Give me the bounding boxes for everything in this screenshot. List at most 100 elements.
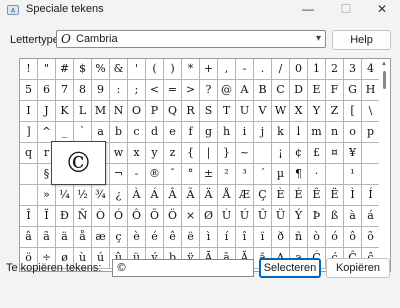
char-cell[interactable]: W bbox=[272, 101, 290, 122]
char-cell[interactable]: Ä bbox=[200, 185, 218, 206]
char-cell[interactable]: ï bbox=[254, 227, 272, 248]
arrow-up-icon[interactable]: ▲ bbox=[381, 61, 387, 67]
char-cell[interactable]: ò bbox=[308, 227, 326, 248]
char-cell[interactable]: É bbox=[290, 185, 308, 206]
char-cell[interactable] bbox=[20, 185, 38, 206]
char-cell[interactable] bbox=[362, 143, 380, 164]
scroll-thumb[interactable] bbox=[383, 71, 386, 89]
char-cell[interactable]: í bbox=[218, 227, 236, 248]
char-cell[interactable]: K bbox=[56, 101, 74, 122]
char-cell[interactable]: Á bbox=[146, 185, 164, 206]
char-cell[interactable]: Þ bbox=[308, 206, 326, 227]
char-cell[interactable]: a bbox=[92, 122, 110, 143]
char-cell[interactable]: P bbox=[146, 101, 164, 122]
char-cell[interactable]: ½ bbox=[74, 185, 92, 206]
char-cell[interactable]: å bbox=[74, 227, 92, 248]
char-cell[interactable]: ê bbox=[164, 227, 182, 248]
char-cell[interactable]: f bbox=[182, 122, 200, 143]
char-cell[interactable]: ð bbox=[272, 227, 290, 248]
char-cell[interactable]: - bbox=[128, 164, 146, 185]
char-cell[interactable]: U bbox=[236, 101, 254, 122]
char-cell[interactable]: " bbox=[38, 59, 56, 80]
char-cell[interactable]: : bbox=[110, 80, 128, 101]
char-cell[interactable]: ® bbox=[146, 164, 164, 185]
char-cell[interactable]: i bbox=[236, 122, 254, 143]
char-cell[interactable]: 2 bbox=[326, 59, 344, 80]
char-cell[interactable]: À bbox=[128, 185, 146, 206]
char-cell[interactable]: ß bbox=[326, 206, 344, 227]
char-cell[interactable]: î bbox=[236, 227, 254, 248]
char-cell[interactable]: L bbox=[74, 101, 92, 122]
char-cell[interactable]: Î bbox=[20, 206, 38, 227]
char-cell[interactable]: @ bbox=[218, 80, 236, 101]
char-cell[interactable]: · bbox=[308, 164, 326, 185]
char-cell[interactable]: l bbox=[290, 122, 308, 143]
char-cell[interactable]: O bbox=[128, 101, 146, 122]
char-cell[interactable]: 5 bbox=[20, 80, 38, 101]
char-cell[interactable]: p bbox=[362, 122, 380, 143]
char-cell[interactable]: = bbox=[164, 80, 182, 101]
char-cell[interactable]: E bbox=[308, 80, 326, 101]
char-cell[interactable]: õ bbox=[362, 227, 380, 248]
char-cell[interactable]: m bbox=[308, 122, 326, 143]
char-cell[interactable]: } bbox=[218, 143, 236, 164]
char-cell[interactable]: Ê bbox=[308, 185, 326, 206]
char-cell[interactable]: ì bbox=[200, 227, 218, 248]
char-cell[interactable]: q bbox=[20, 143, 38, 164]
char-cell[interactable]: ! bbox=[20, 59, 38, 80]
char-cell[interactable]: Ü bbox=[272, 206, 290, 227]
char-cell[interactable]: » bbox=[38, 185, 56, 206]
char-cell[interactable]: / bbox=[272, 59, 290, 80]
char-cell[interactable]: | bbox=[200, 143, 218, 164]
char-cell[interactable] bbox=[254, 143, 272, 164]
char-cell[interactable]: Ì bbox=[344, 185, 362, 206]
char-cell[interactable]: * bbox=[182, 59, 200, 80]
char-cell[interactable]: , bbox=[218, 59, 236, 80]
char-cell[interactable]: Õ bbox=[146, 206, 164, 227]
char-cell[interactable]: Ï bbox=[38, 206, 56, 227]
char-cell[interactable]: c bbox=[128, 122, 146, 143]
copy-input[interactable]: © bbox=[112, 259, 254, 277]
select-button[interactable]: Selecteren bbox=[259, 258, 321, 278]
char-cell[interactable]: × bbox=[182, 206, 200, 227]
char-cell[interactable]: Ã bbox=[182, 185, 200, 206]
char-cell[interactable]: È bbox=[272, 185, 290, 206]
char-cell[interactable]: è bbox=[128, 227, 146, 248]
char-cell[interactable]: ¤ bbox=[326, 143, 344, 164]
char-cell[interactable]: g bbox=[200, 122, 218, 143]
char-cell[interactable] bbox=[326, 164, 344, 185]
char-cell[interactable]: ¢ bbox=[290, 143, 308, 164]
char-cell[interactable]: B bbox=[254, 80, 272, 101]
char-cell[interactable]: ¿ bbox=[110, 185, 128, 206]
char-cell[interactable]: Y bbox=[308, 101, 326, 122]
char-cell[interactable]: X bbox=[290, 101, 308, 122]
char-cell[interactable]: Ò bbox=[92, 206, 110, 227]
char-cell[interactable]: ¹ bbox=[344, 164, 362, 185]
char-cell[interactable]: ë bbox=[182, 227, 200, 248]
char-cell[interactable]: 0 bbox=[290, 59, 308, 80]
char-cell[interactable]: ³ bbox=[236, 164, 254, 185]
char-cell[interactable]: { bbox=[182, 143, 200, 164]
char-cell[interactable]: Ø bbox=[200, 206, 218, 227]
char-cell[interactable]: £ bbox=[308, 143, 326, 164]
help-button[interactable]: Help bbox=[332, 30, 391, 50]
char-cell[interactable]: _ bbox=[56, 122, 74, 143]
char-cell[interactable]: A bbox=[236, 80, 254, 101]
char-cell[interactable]: F bbox=[326, 80, 344, 101]
char-cell[interactable] bbox=[362, 164, 380, 185]
char-cell[interactable]: Ë bbox=[326, 185, 344, 206]
char-cell[interactable]: ( bbox=[146, 59, 164, 80]
char-cell[interactable]: S bbox=[200, 101, 218, 122]
char-cell[interactable]: 8 bbox=[74, 80, 92, 101]
char-cell[interactable]: Ú bbox=[236, 206, 254, 227]
char-cell[interactable]: o bbox=[344, 122, 362, 143]
char-cell[interactable]: d bbox=[146, 122, 164, 143]
char-cell[interactable]: ° bbox=[182, 164, 200, 185]
char-cell[interactable]: ¥ bbox=[344, 143, 362, 164]
char-cell[interactable]: h bbox=[218, 122, 236, 143]
char-cell[interactable]: Z bbox=[326, 101, 344, 122]
char-cell[interactable]: w bbox=[110, 143, 128, 164]
close-icon[interactable]: ✕ bbox=[364, 0, 400, 20]
char-cell[interactable]: ñ bbox=[290, 227, 308, 248]
char-cell[interactable]: $ bbox=[74, 59, 92, 80]
